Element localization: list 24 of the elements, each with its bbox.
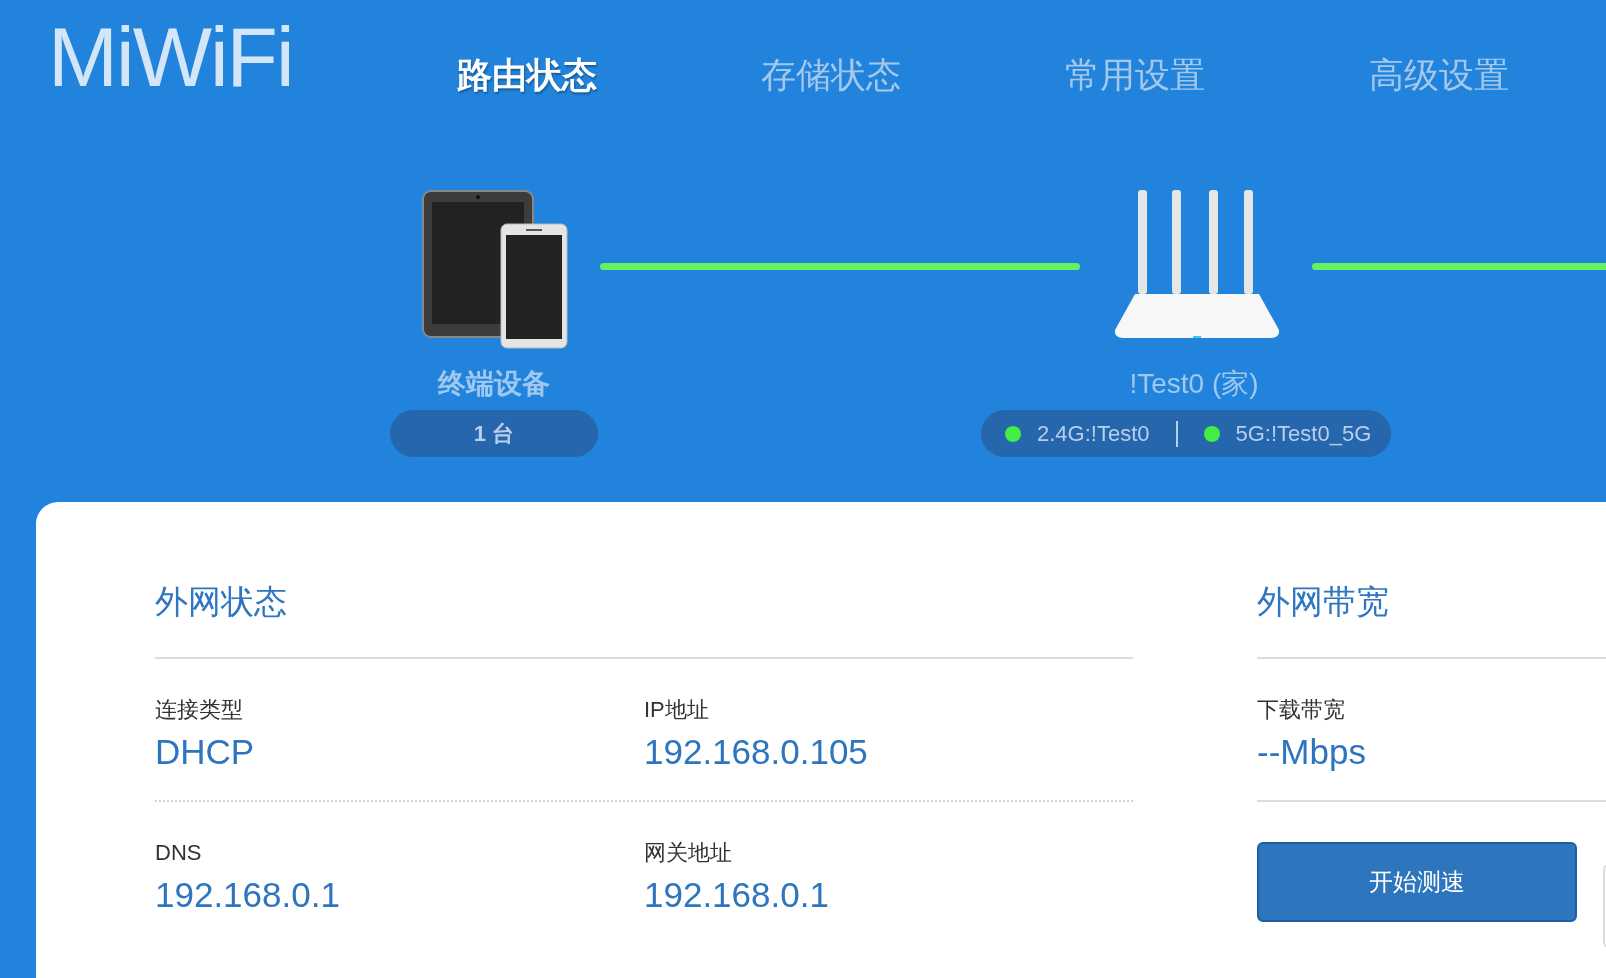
tablet-and-phone-icon <box>422 190 568 350</box>
nav-tab[interactable]: 常用设置 <box>983 52 1287 98</box>
field-label: 连接类型 <box>155 696 244 724</box>
field-value: 192.168.0.1 <box>644 874 830 916</box>
field-label: 网关地址 <box>644 839 733 867</box>
speed-test-button[interactable]: 开始测速 <box>1257 842 1577 922</box>
field-label: IP地址 <box>644 696 710 724</box>
field-value: 192.168.0.1 <box>155 874 341 916</box>
field-label: 下载带宽 <box>1257 696 1346 724</box>
nav-tab[interactable]: 存储状态 <box>679 52 983 98</box>
device-count-badge: 1 台 <box>390 410 598 457</box>
section-title: 外网状态 <box>155 582 288 622</box>
logo: MiWiFi <box>48 12 294 102</box>
field-label: DNS <box>155 839 203 867</box>
field-value: --Mbps <box>1257 731 1367 773</box>
field-value: DHCP <box>155 731 256 773</box>
device-label: 终端设备 <box>436 367 551 401</box>
nav-tab[interactable]: 路由状态 <box>375 52 679 98</box>
band-label: 5G:!Test0_5G <box>1235 420 1372 447</box>
nav-tab[interactable]: 高级设置 <box>1287 52 1591 98</box>
band-label: 2.4G:!Test0 <box>1037 420 1150 447</box>
section-title: 外网带宽 <box>1257 582 1390 622</box>
field-value: 192.168.0.105 <box>644 731 869 773</box>
router-name: !Test0 (家) <box>1128 367 1260 401</box>
